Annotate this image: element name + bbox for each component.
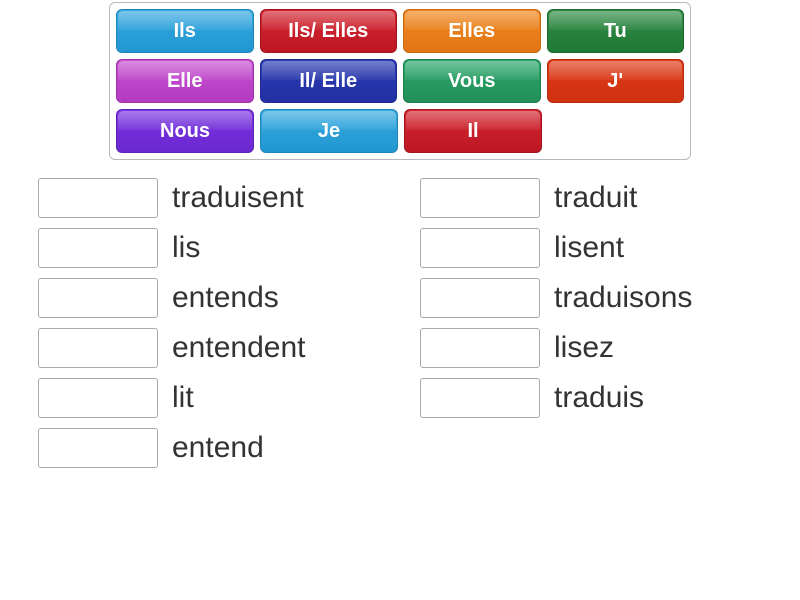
tile-label: Elles: [448, 20, 495, 43]
verb-text: entendent: [172, 331, 305, 365]
pronoun-tile-tu[interactable]: Tu: [547, 9, 685, 53]
pronoun-tile-ils[interactable]: Ils: [116, 9, 254, 53]
pronoun-tile-ils-elles[interactable]: Ils/ Elles: [260, 9, 398, 53]
tile-label: Je: [318, 120, 340, 143]
tile-label: Il: [467, 120, 478, 143]
tile-label: Nous: [160, 120, 210, 143]
tile-label: Il/ Elle: [299, 70, 357, 93]
drop-slot[interactable]: [38, 178, 158, 218]
tile-label: J': [607, 70, 623, 93]
drop-slot[interactable]: [38, 228, 158, 268]
pronoun-tile-il-elle[interactable]: Il/ Elle: [260, 59, 398, 103]
pronoun-tile-elles[interactable]: Elles: [403, 9, 541, 53]
answer-item: traduisons: [420, 278, 762, 318]
answer-item: entendent: [38, 328, 380, 368]
answer-item: lit: [38, 378, 380, 418]
verb-text: entend: [172, 431, 264, 465]
tile-label: Ils/ Elles: [288, 20, 368, 43]
verb-text: traduisent: [172, 181, 304, 215]
drop-slot[interactable]: [420, 278, 540, 318]
answers-grid: traduisent traduit lis lisent entends tr…: [30, 178, 770, 468]
pronoun-tile-il[interactable]: Il: [404, 109, 542, 153]
verb-text: traduisons: [554, 281, 692, 315]
answer-item: entend: [38, 428, 380, 468]
tile-label: Ils: [174, 20, 196, 43]
verb-text: lisez: [554, 331, 614, 365]
verb-text: traduis: [554, 381, 644, 415]
drop-slot[interactable]: [38, 328, 158, 368]
pronoun-tile-nous[interactable]: Nous: [116, 109, 254, 153]
tile-label: Elle: [167, 70, 203, 93]
answer-item: traduis: [420, 378, 762, 418]
pronoun-tile-vous[interactable]: Vous: [403, 59, 541, 103]
verb-text: lis: [172, 231, 200, 265]
tile-label: Vous: [448, 70, 495, 93]
answer-item: entends: [38, 278, 380, 318]
drop-slot[interactable]: [420, 178, 540, 218]
answer-item: traduit: [420, 178, 762, 218]
verb-text: traduit: [554, 181, 637, 215]
answer-item: lisez: [420, 328, 762, 368]
drop-slot[interactable]: [38, 278, 158, 318]
pronoun-tile-j[interactable]: J': [547, 59, 685, 103]
draggable-tiles-container: Ils Ils/ Elles Elles Tu Elle Il/ Elle Vo…: [109, 2, 691, 160]
drop-slot[interactable]: [38, 378, 158, 418]
answer-item: lis: [38, 228, 380, 268]
tile-label: Tu: [604, 20, 627, 43]
answer-item: traduisent: [38, 178, 380, 218]
verb-text: lit: [172, 381, 194, 415]
pronoun-tile-elle[interactable]: Elle: [116, 59, 254, 103]
pronoun-tile-je[interactable]: Je: [260, 109, 398, 153]
drop-slot[interactable]: [420, 378, 540, 418]
drop-slot[interactable]: [420, 228, 540, 268]
answer-item: lisent: [420, 228, 762, 268]
drop-slot[interactable]: [420, 328, 540, 368]
drop-slot[interactable]: [38, 428, 158, 468]
verb-text: entends: [172, 281, 279, 315]
verb-text: lisent: [554, 231, 624, 265]
